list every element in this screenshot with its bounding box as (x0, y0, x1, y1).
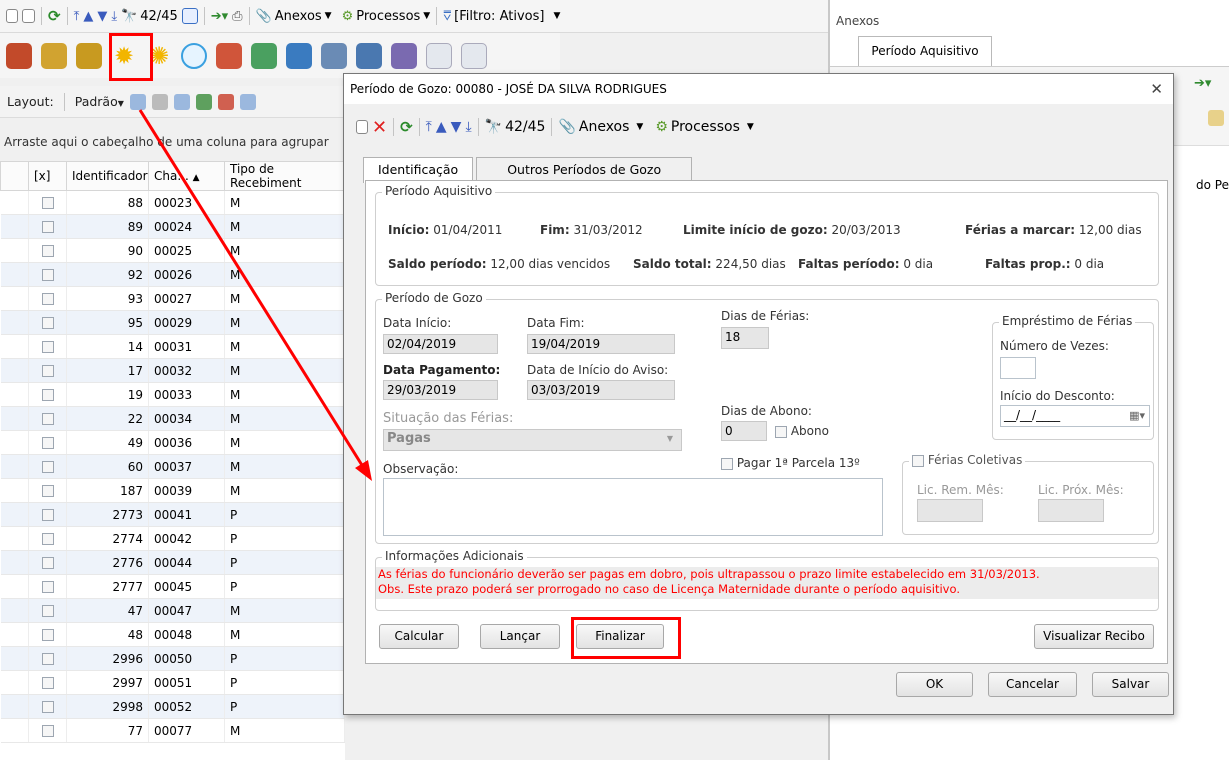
annotation-arrow (138, 109, 372, 481)
